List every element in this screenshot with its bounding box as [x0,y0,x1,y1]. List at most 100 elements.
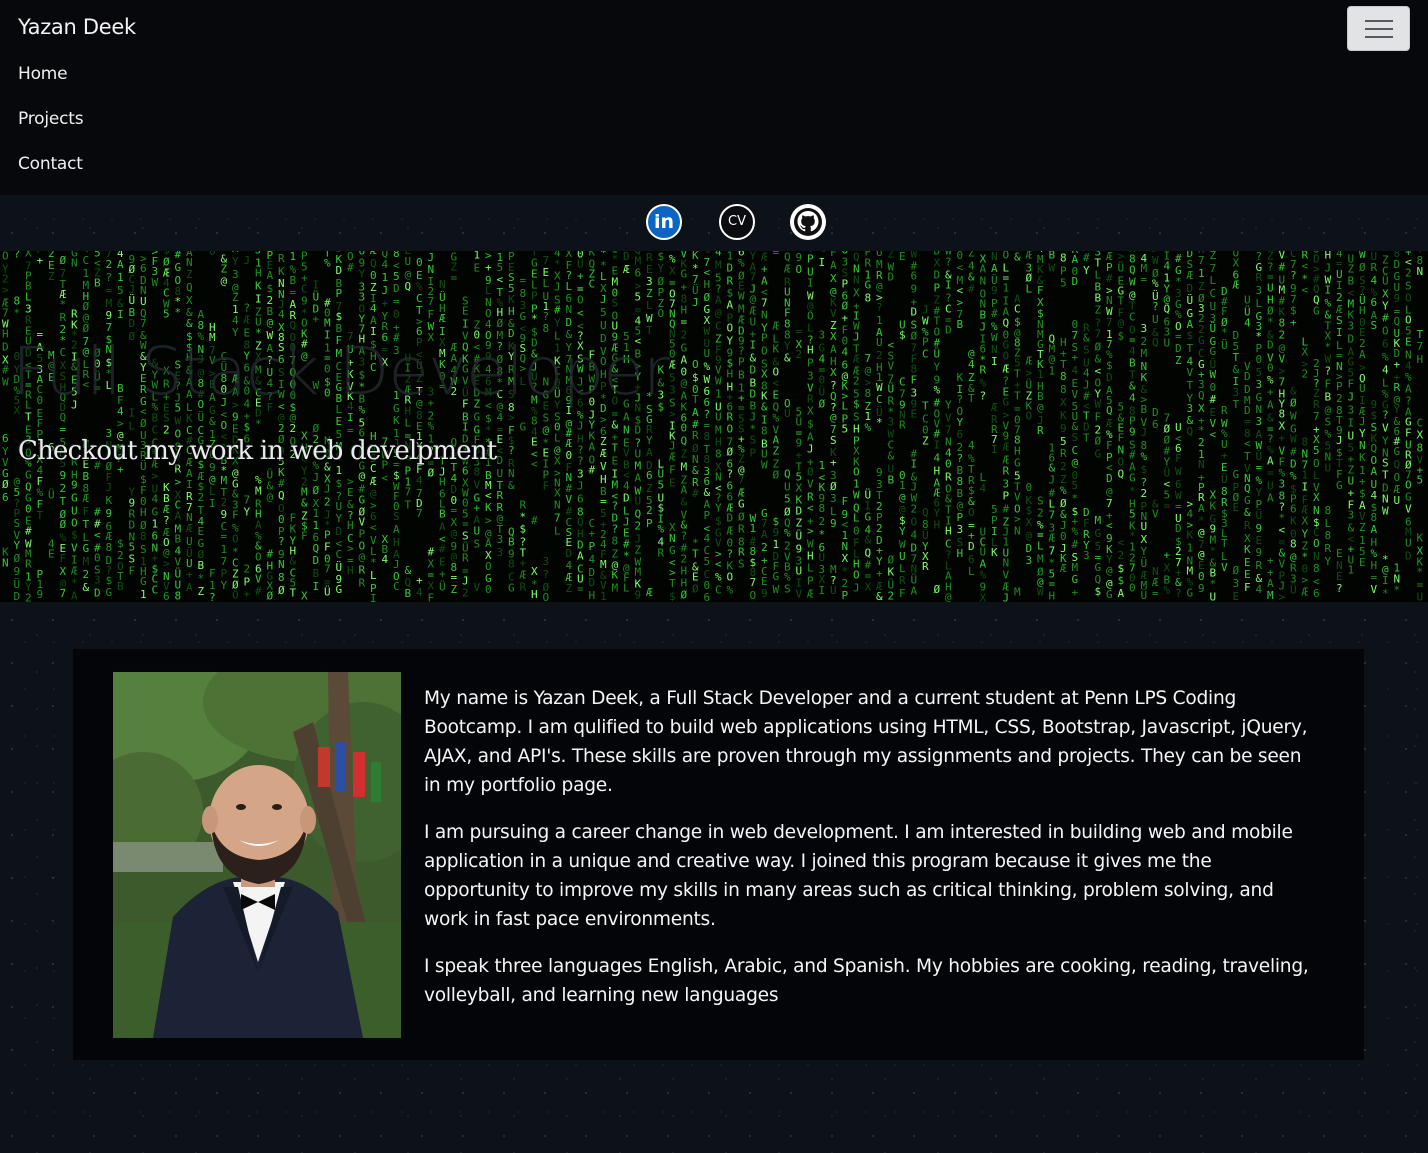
svg-text:$: $ [899,328,906,341]
svg-text:W: W [1037,586,1044,599]
svg-text:R: R [1371,261,1378,274]
svg-text:Ü: Ü [934,348,941,361]
svg-text:L: L [646,299,653,312]
svg-text:W: W [773,583,780,596]
svg-text:Æ: Æ [1060,562,1067,575]
svg-text:=: = [451,271,458,284]
svg-text:D: D [1348,333,1355,346]
svg-text:6: 6 [1382,337,1389,350]
svg-text:T: T [968,392,975,405]
svg-text:#: # [692,487,699,500]
svg-text:W: W [1175,465,1182,478]
svg-text:U: U [715,411,722,424]
svg-text:6: 6 [1152,418,1159,431]
svg-text:6: 6 [704,591,711,602]
svg-text:C: C [876,393,883,406]
svg-text:K: K [1359,451,1366,464]
svg-text:K: K [991,546,998,559]
svg-text:9: 9 [14,565,21,578]
cv-icon-text: CV [728,214,746,229]
svg-text:8: 8 [175,590,182,603]
svg-text:O: O [232,589,239,602]
svg-text:D: D [1267,338,1274,351]
svg-text:D: D [635,424,642,437]
svg-text:K: K [393,414,400,427]
svg-text:W: W [1290,410,1297,423]
svg-text:<: < [1302,284,1309,297]
nav-item-home[interactable]: Home [18,60,83,105]
svg-text:M: M [1141,347,1148,360]
svg-text:6: 6 [635,267,642,280]
svg-text:X: X [25,251,32,259]
svg-text:G: G [508,582,515,595]
svg-text:D: D [497,454,504,467]
svg-text:7: 7 [1095,328,1102,341]
navbar-toggler-button[interactable] [1347,6,1410,51]
svg-text:T: T [692,393,699,406]
svg-text:S: S [738,558,745,571]
svg-text:Y: Y [658,262,665,275]
svg-text:A: A [646,446,653,459]
svg-text:6: 6 [2,432,9,445]
svg-text:Y: Y [554,317,561,330]
svg-text:I: I [209,497,216,510]
svg-text:%: % [1141,450,1148,463]
nav-item-contact[interactable]: Contact [18,150,83,195]
svg-text:0: 0 [681,421,688,434]
svg-text:7: 7 [750,576,757,589]
svg-text:X: X [1417,429,1424,442]
svg-text:H: H [140,506,147,519]
svg-text:O: O [968,506,975,519]
svg-text:L: L [842,399,849,412]
svg-text:G: G [1313,304,1320,317]
svg-text:4: 4 [934,452,941,465]
svg-text:Æ: Æ [773,319,780,332]
svg-text:P: P [807,357,814,370]
svg-text:J: J [807,443,814,456]
svg-text:*: * [819,528,826,541]
svg-text:A: A [1371,523,1378,536]
svg-text:@: @ [1106,564,1113,577]
svg-text:*: * [1129,485,1136,498]
svg-text:Æ: Æ [784,262,791,275]
svg-text:4: 4 [968,358,975,371]
svg-text:7: 7 [405,486,412,499]
svg-text:H: H [531,588,538,601]
svg-text:6: 6 [577,492,584,505]
svg-text:L: L [1256,297,1263,310]
svg-text:S: S [750,434,757,447]
svg-text:&: & [1014,251,1021,263]
cv-icon[interactable]: CV [719,204,755,240]
svg-text:=: = [1164,500,1171,513]
svg-text:M: M [715,259,722,272]
svg-text:&: & [301,497,308,510]
linkedin-icon[interactable]: in [646,204,682,240]
svg-text:N: N [761,308,768,321]
svg-text:F: F [301,530,308,543]
svg-text:B: B [888,474,895,487]
svg-text:*: * [1382,587,1389,600]
svg-text:@: @ [221,275,228,288]
svg-text:#: # [1003,503,1010,516]
svg-text:X: X [830,366,837,379]
svg-text:F: F [232,509,239,522]
svg-text:A: A [1267,398,1274,411]
svg-text:*: * [1210,578,1217,591]
nav-item-projects[interactable]: Projects [18,105,84,150]
svg-text:I: I [370,592,377,602]
svg-text:H: H [704,278,711,291]
svg-text:@: @ [359,551,366,564]
github-icon[interactable] [790,204,826,240]
svg-text:7: 7 [1417,340,1424,353]
svg-text:V: V [796,588,803,601]
svg-text:*: * [255,417,262,430]
svg-text:@: @ [267,316,274,329]
svg-text:1: 1 [1198,267,1205,280]
svg-text:Z: Z [1210,251,1217,262]
svg-text:B: B [1049,251,1056,262]
svg-text:F: F [1175,452,1182,465]
svg-text:F: F [543,479,550,492]
svg-text:>: > [163,557,170,570]
svg-text:N: N [1417,265,1424,278]
brand-name[interactable]: Yazan Deek [18,15,136,39]
